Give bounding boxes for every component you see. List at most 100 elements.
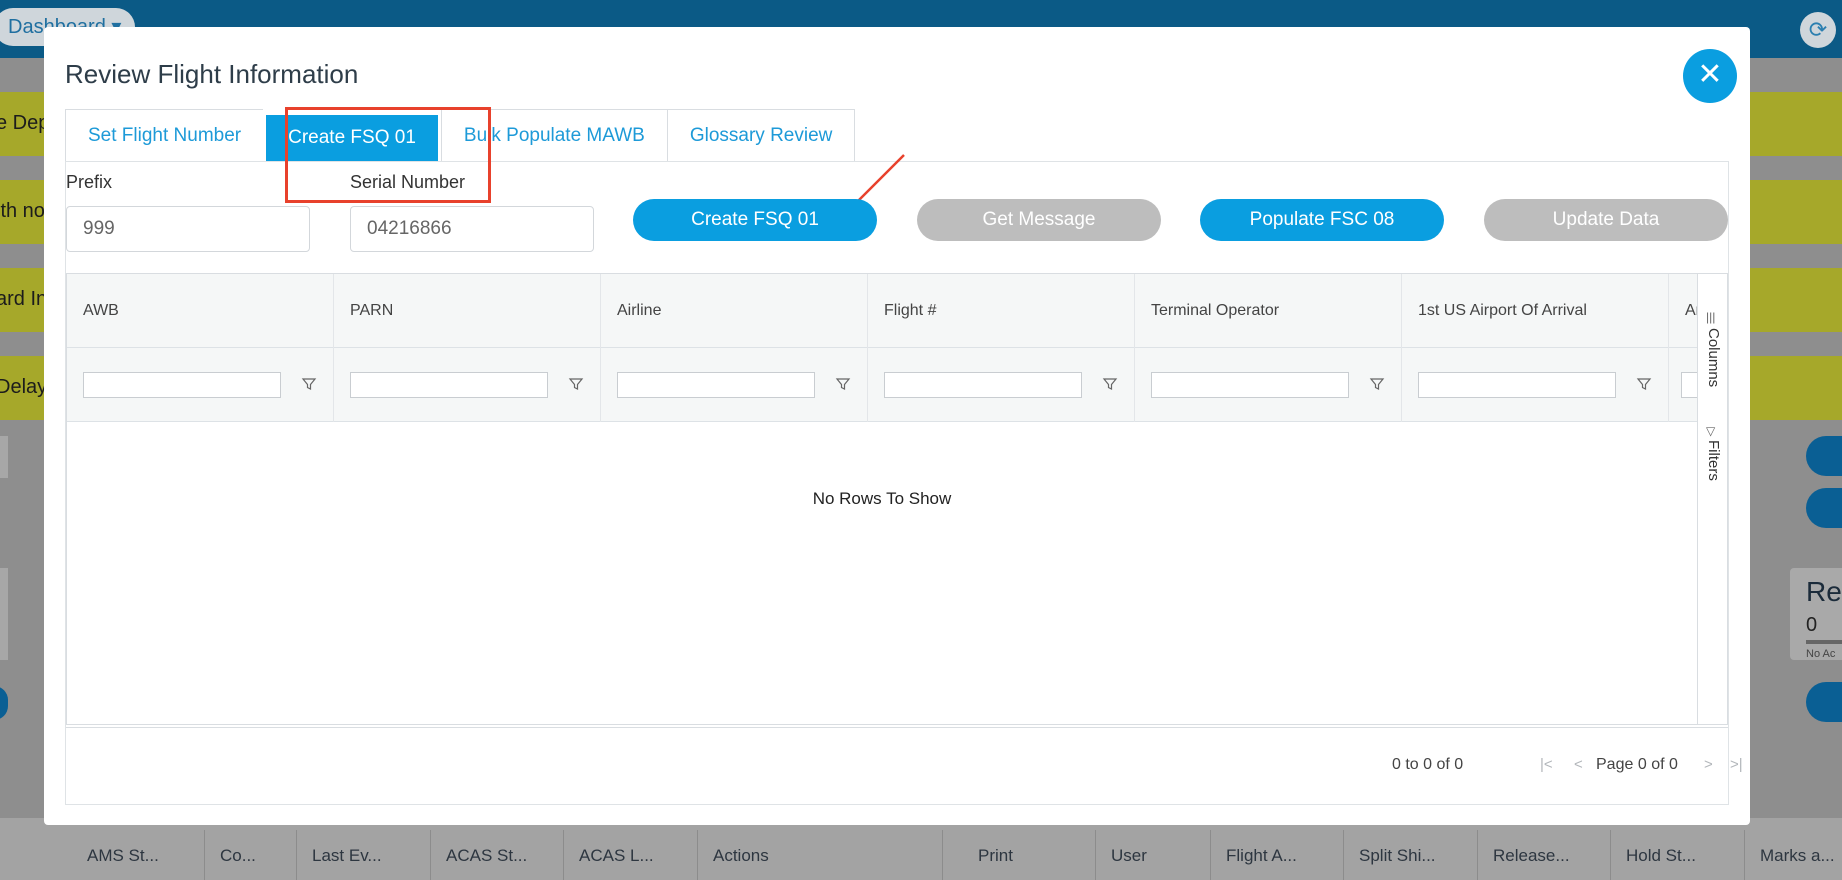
row-count-summary: 0 to 0 of 0 (1392, 756, 1464, 773)
bg-column-header: Co... (220, 846, 256, 865)
bg-column-header: Release... (1493, 846, 1570, 865)
divider (204, 830, 205, 880)
get-message-button[interactable]: Get Message (917, 199, 1161, 241)
column-header-first-us-airport[interactable]: 1st US Airport Of Arrival (1402, 274, 1669, 348)
filters-side-tab[interactable]: Filters (1704, 440, 1722, 481)
card-label: ith no (0, 200, 45, 222)
divider (296, 830, 297, 880)
bg-column-header: Split Shi... (1359, 846, 1436, 865)
prefix-input[interactable]: 999 (66, 206, 310, 252)
no-rows-message: No Rows To Show (812, 489, 952, 508)
bg-column-header: Flight A... (1226, 846, 1297, 865)
filter-cell-parn (334, 348, 601, 422)
column-header-awb[interactable]: AWB (67, 274, 334, 348)
column-header-airline[interactable]: Airline (601, 274, 868, 348)
filter-icon[interactable] (835, 376, 851, 392)
panel-value: 0 (1806, 614, 1818, 636)
modal-title: Review Flight Information (65, 59, 359, 89)
grid-side-bar: ||| Columns ▽ Filters (1697, 274, 1727, 724)
serial-number-input[interactable]: 04216866 (350, 206, 594, 252)
tab-glossary-review[interactable]: Glossary Review (666, 109, 856, 161)
filter-icon[interactable] (1636, 376, 1652, 392)
filter-input-arrival[interactable] (1681, 372, 1697, 398)
divider (563, 830, 564, 880)
column-header-terminal-operator[interactable]: Terminal Operator (1135, 274, 1402, 348)
background-button[interactable] (1806, 488, 1842, 528)
filter-input-airline[interactable] (617, 372, 815, 398)
card-label: e Dep (0, 112, 50, 134)
page-label: Page (1596, 756, 1634, 773)
tab-bulk-populate-mawb[interactable]: Bulk Populate MAWB (440, 109, 667, 161)
filter-icon: ▽ (1706, 424, 1716, 438)
review-flight-modal: Review Flight Information ✕ Set Flight N… (44, 27, 1750, 825)
divider (1210, 830, 1211, 880)
prefix-label: Prefix (66, 172, 113, 192)
refresh-icon[interactable]: ⟳ (1800, 12, 1836, 48)
filter-input-first-us-airport[interactable] (1418, 372, 1616, 398)
panel-subtext: No Ac (1806, 648, 1836, 660)
bg-column-header: Hold St... (1626, 846, 1696, 865)
serial-number-label: Serial Number (350, 172, 466, 192)
bg-column-header: AMS St... (87, 846, 159, 865)
tab-set-flight-number[interactable]: Set Flight Number (65, 109, 264, 161)
bg-column-header: Actions (713, 846, 769, 865)
create-fsq-01-button[interactable]: Create FSQ 01 (633, 199, 877, 241)
bg-column-header: Last Ev... (312, 846, 382, 865)
tab-bar: Set Flight Number Create FSQ 01 Bulk Pop… (65, 109, 856, 161)
divider (1343, 830, 1344, 880)
bg-column-header: Print (978, 846, 1013, 865)
first-page-icon[interactable]: |< (1540, 756, 1553, 773)
filter-cell-flight-number (868, 348, 1135, 422)
close-button[interactable]: ✕ (1683, 49, 1737, 103)
filter-icon[interactable] (1369, 376, 1385, 392)
close-icon: ✕ (1697, 58, 1723, 91)
panel-title: Rel (1806, 576, 1842, 607)
divider (1610, 830, 1611, 880)
filter-icon[interactable] (568, 376, 584, 392)
page-current: 0 (1637, 756, 1647, 773)
filter-input-flight-number[interactable] (884, 372, 1082, 398)
release-panel: Rel 0 No Ac (1790, 568, 1842, 660)
last-page-icon[interactable]: >| (1730, 756, 1743, 773)
divider (697, 830, 698, 880)
filter-cell-arrival (1669, 348, 1697, 422)
card-label: ard In (0, 288, 48, 310)
column-header-parn[interactable]: PARN (334, 274, 601, 348)
column-header-flight-number[interactable]: Flight # (868, 274, 1135, 348)
tab-create-fsq-01[interactable]: Create FSQ 01 (266, 115, 438, 161)
divider (942, 830, 943, 880)
filter-icon[interactable] (1102, 376, 1118, 392)
update-data-button[interactable]: Update Data (1484, 199, 1728, 241)
filter-input-awb[interactable] (83, 372, 281, 398)
page-of-label: of (1651, 756, 1665, 773)
panel-bar (1806, 640, 1842, 644)
divider (1744, 830, 1745, 880)
page-indicator: Page 0 of 0 (1596, 756, 1678, 774)
grid-pagination: 0 to 0 of 0 |< < Page 0 of 0 > >| (66, 727, 1743, 803)
divider (1095, 830, 1096, 880)
background-button[interactable] (1806, 682, 1842, 722)
background-button[interactable] (1806, 436, 1842, 476)
bg-column-header: ACAS St... (446, 846, 528, 865)
columns-icon: ||| (1706, 310, 1716, 324)
filter-cell-terminal-operator (1135, 348, 1402, 422)
filter-cell-airline (601, 348, 868, 422)
filter-icon[interactable] (301, 376, 317, 392)
grid-filter-row (67, 348, 1697, 422)
flight-grid: AWB PARN Airline Flight # Terminal Opera… (66, 273, 1728, 725)
grid-header-row: AWB PARN Airline Flight # Terminal Opera… (67, 274, 1697, 348)
filter-cell-first-us-airport (1402, 348, 1669, 422)
background-widget (0, 436, 8, 478)
filter-input-parn[interactable] (350, 372, 548, 398)
divider (430, 830, 431, 880)
populate-fsc-08-button[interactable]: Populate FSC 08 (1200, 199, 1444, 241)
next-page-icon[interactable]: > (1704, 756, 1713, 773)
bg-column-header: ACAS L... (579, 846, 654, 865)
bg-column-header: Marks a... (1760, 846, 1835, 865)
column-header-arrival[interactable]: Ar (1669, 274, 1697, 348)
previous-page-icon[interactable]: < (1574, 756, 1583, 773)
columns-side-tab[interactable]: Columns (1704, 328, 1722, 387)
filter-cell-awb (67, 348, 334, 422)
page-total: 0 (1668, 756, 1678, 773)
filter-input-terminal-operator[interactable] (1151, 372, 1349, 398)
